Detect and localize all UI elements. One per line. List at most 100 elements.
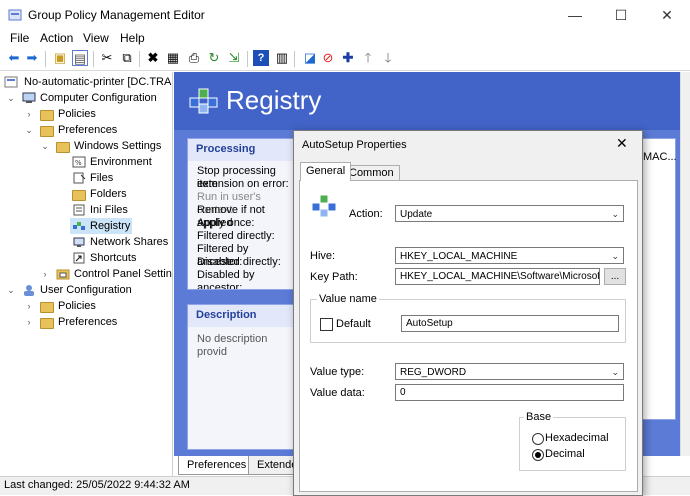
key-path-field[interactable]: HKEY_LOCAL_MACHINE\Software\Microsoft\W bbox=[395, 268, 600, 285]
chevron-right-icon[interactable]: › bbox=[24, 106, 34, 122]
tree-item-preferences[interactable]: ⌄ Preferences bbox=[0, 122, 172, 138]
value-name-field[interactable]: AutoSetup bbox=[401, 315, 619, 332]
value-name-group: Value name Default AutoSetup bbox=[310, 293, 626, 343]
up-folder-icon[interactable]: ▣ bbox=[52, 50, 68, 66]
tree-item-network-shares[interactable]: Network Shares bbox=[0, 234, 172, 250]
tab-general[interactable]: General bbox=[300, 162, 352, 181]
show-hide-action-icon[interactable]: ▥ bbox=[274, 50, 290, 66]
processing-line: Disabled by ancestor: bbox=[197, 269, 255, 290]
chevron-down-icon: ⌄ bbox=[611, 209, 619, 219]
tree-item-files[interactable]: Files bbox=[0, 170, 172, 186]
move-up-icon[interactable]: 🡑 bbox=[360, 50, 376, 66]
files-icon bbox=[72, 172, 86, 184]
properties-dialog: AutoSetup Properties ✕ General Common Ac… bbox=[293, 130, 643, 496]
back-icon[interactable]: ⬅ bbox=[6, 50, 22, 66]
tree-item-registry[interactable]: Registry bbox=[70, 218, 132, 234]
shortcut-icon bbox=[72, 252, 86, 264]
tree-label: Registry bbox=[90, 220, 131, 232]
folder-icon bbox=[40, 110, 54, 121]
tree-label: Control Panel Setting bbox=[74, 268, 173, 280]
vertical-scrollbar[interactable] bbox=[680, 72, 690, 456]
tree-item-user-policies[interactable]: › Policies bbox=[0, 298, 172, 314]
chevron-down-icon[interactable]: ⌄ bbox=[24, 122, 34, 138]
default-checkbox[interactable] bbox=[320, 318, 333, 331]
tree-item-windows-settings[interactable]: ⌄ Windows Settings bbox=[0, 138, 172, 154]
tree-item-user-configuration[interactable]: ⌄ User Configuration bbox=[0, 282, 172, 298]
ini-file-icon bbox=[72, 204, 86, 216]
menu-view[interactable]: View bbox=[83, 31, 109, 45]
chevron-down-icon[interactable]: ⌄ bbox=[6, 282, 16, 298]
description-header: Description bbox=[188, 305, 296, 327]
base-group: Base Hexadecimal Decimal bbox=[519, 411, 626, 471]
refresh-icon[interactable]: ↻ bbox=[206, 50, 222, 66]
processing-line: Run in user's context: bbox=[197, 191, 261, 216]
control-panel-icon bbox=[56, 268, 70, 280]
processing-line: Disabled directly: bbox=[197, 256, 281, 268]
menu-action[interactable]: Action bbox=[40, 31, 73, 45]
properties-icon[interactable]: ▦ bbox=[165, 50, 181, 66]
new-item-icon[interactable]: ◪ bbox=[302, 50, 318, 66]
decimal-label: Decimal bbox=[545, 448, 585, 460]
copy-icon[interactable]: ⧉ bbox=[119, 50, 135, 66]
maximize-button[interactable]: ☐ bbox=[598, 0, 644, 30]
tree-item-computer-configuration[interactable]: ⌄ Computer Configuration bbox=[0, 90, 172, 106]
menu-file[interactable]: File bbox=[10, 31, 29, 45]
delete-icon[interactable]: ✖ bbox=[145, 50, 161, 66]
default-label: Default bbox=[336, 318, 371, 330]
decimal-radio[interactable] bbox=[532, 449, 544, 461]
dialog-close-button[interactable]: ✕ bbox=[616, 135, 628, 152]
registry-icon bbox=[188, 84, 220, 116]
tree-item-environment[interactable]: % Environment bbox=[0, 154, 172, 170]
tab-preferences[interactable]: Preferences bbox=[178, 456, 256, 475]
description-panel: Description No description provid bbox=[187, 304, 297, 450]
environment-icon: % bbox=[72, 156, 86, 168]
chevron-down-icon: ⌄ bbox=[611, 367, 619, 377]
items-list[interactable]: MAC... bbox=[640, 138, 677, 420]
add-icon[interactable]: ✚ bbox=[340, 50, 356, 66]
dialog-title: AutoSetup Properties bbox=[302, 139, 407, 151]
chevron-down-icon[interactable]: ⌄ bbox=[6, 90, 16, 106]
menu-help[interactable]: Help bbox=[120, 31, 145, 45]
tree-label: Preferences bbox=[58, 124, 118, 136]
folder-icon bbox=[72, 190, 86, 201]
chevron-down-icon[interactable]: ⌄ bbox=[40, 138, 50, 154]
tree-item-shortcuts[interactable]: Shortcuts bbox=[0, 250, 172, 266]
tree-item-ini-files[interactable]: Ini Files bbox=[0, 202, 172, 218]
export-icon[interactable]: ⇲ bbox=[226, 50, 242, 66]
minimize-button[interactable]: — bbox=[552, 0, 598, 30]
help-icon[interactable]: ? bbox=[253, 50, 269, 66]
tree-label: User Configuration bbox=[40, 284, 132, 296]
tree-label: Policies bbox=[58, 108, 96, 120]
svg-text:%: % bbox=[75, 159, 82, 167]
folder-icon bbox=[56, 142, 70, 153]
tree-item-user-preferences[interactable]: › Preferences bbox=[0, 314, 172, 330]
chevron-right-icon[interactable]: › bbox=[24, 314, 34, 330]
value-type-value: REG_DWORD bbox=[400, 367, 467, 378]
tree-label: Network Shares bbox=[90, 236, 169, 248]
chevron-right-icon[interactable]: › bbox=[24, 298, 34, 314]
list-item[interactable]: MAC... bbox=[643, 151, 677, 163]
processing-line: Filtered by ancestor: bbox=[197, 243, 249, 268]
tree-item-control-panel-settings[interactable]: › Control Panel Setting bbox=[0, 266, 173, 282]
value-type-select[interactable]: REG_DWORD ⌄ bbox=[395, 363, 624, 380]
action-select[interactable]: Update ⌄ bbox=[395, 205, 624, 222]
tree-label: Preferences bbox=[58, 316, 118, 328]
move-down-icon[interactable]: 🡓 bbox=[380, 50, 396, 66]
folder-icon bbox=[40, 318, 54, 329]
value-data-field[interactable]: 0 bbox=[395, 384, 624, 401]
hive-select[interactable]: HKEY_LOCAL_MACHINE ⌄ bbox=[395, 247, 624, 264]
chevron-right-icon[interactable]: › bbox=[40, 266, 50, 282]
tree-item-policies[interactable]: › Policies bbox=[0, 106, 172, 122]
close-button[interactable]: ✕ bbox=[644, 0, 690, 30]
print-icon[interactable]: ⎙ bbox=[186, 50, 202, 66]
action-value: Update bbox=[400, 209, 433, 220]
block-icon[interactable]: ⊘ bbox=[320, 50, 336, 66]
hexadecimal-radio[interactable] bbox=[532, 433, 544, 445]
cut-icon[interactable]: ✂ bbox=[99, 50, 115, 66]
browse-button[interactable]: ... bbox=[604, 268, 626, 285]
tree-item-folders[interactable]: Folders bbox=[0, 186, 172, 202]
value-type-label: Value type: bbox=[310, 366, 365, 378]
toolbar: ⬅ ➡ ▣ ▤ ✂ ⧉ ✖ ▦ ⎙ ↻ ⇲ ? ▥ ◪ ⊘ ✚ 🡑 🡓 bbox=[0, 48, 690, 71]
forward-icon[interactable]: ➡ bbox=[24, 50, 40, 66]
show-hide-tree-icon[interactable]: ▤ bbox=[72, 50, 88, 66]
